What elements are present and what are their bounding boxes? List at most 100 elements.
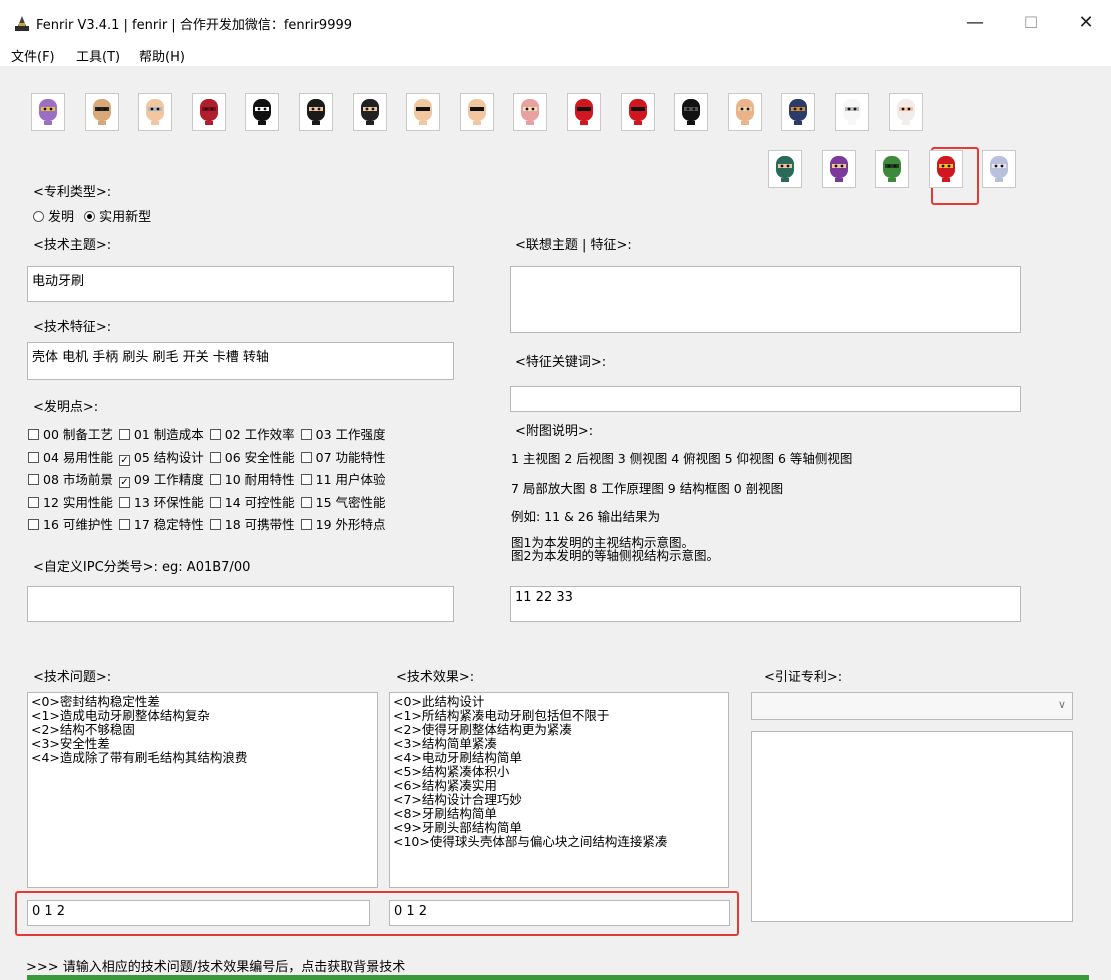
harley-mask-icon[interactable]	[888, 93, 923, 131]
invention-point-checkbox[interactable]: ✓ 05 结构设计	[118, 447, 204, 466]
invention-point-checkbox[interactable]: 01 制造成本	[118, 424, 204, 443]
minimize-button[interactable]: —	[952, 8, 998, 38]
superman-mask-icon[interactable]	[406, 93, 441, 131]
invention-point-checkbox[interactable]: 14 可控性能	[209, 492, 295, 511]
thor-mask-icon[interactable]	[138, 93, 173, 131]
radio-utility-indicator[interactable]	[84, 211, 96, 222]
assoc-topic-input[interactable]	[510, 266, 1021, 333]
spiderman-mask-icon[interactable]	[620, 93, 655, 131]
list-item[interactable]: <6>结构紧凑实用	[393, 779, 725, 793]
menu-help[interactable]: 帮助(H)	[139, 46, 185, 65]
checkbox-indicator[interactable]	[118, 429, 130, 440]
deathstroke-mask-icon[interactable]	[781, 93, 816, 131]
hulk-mask-icon[interactable]	[875, 150, 910, 188]
thanos-mask-icon[interactable]	[31, 93, 65, 131]
tech-effect-list[interactable]: <0>此结构设计 <1>所结构紧凑电动牙刷包括但不限于 <2>使得牙刷整体结构更为紧…	[389, 692, 729, 888]
chevron-down-icon[interactable]: ∨	[1058, 698, 1066, 711]
maximize-button[interactable]: ☐	[1008, 8, 1054, 38]
list-item[interactable]: <1>所结构紧凑电动牙刷包括但不限于	[393, 709, 725, 723]
checkbox-indicator[interactable]	[28, 429, 39, 440]
invention-point-checkbox[interactable]: 18 可携带性	[209, 514, 295, 533]
batman-mask-icon[interactable]	[299, 93, 333, 131]
invention-point-checkbox[interactable]: 15 气密性能	[300, 492, 386, 511]
radio-invention-indicator[interactable]	[33, 211, 44, 222]
tech-problem-list[interactable]: <0>密封结构稳定性差 <1>造成电动牙刷整体结构复杂 <2>结构不够稳固 <3>安全…	[27, 692, 378, 888]
checkbox-indicator[interactable]	[209, 519, 221, 531]
invention-point-checkbox[interactable]: 07 功能特性	[300, 447, 386, 466]
ironman-faded-mask-icon[interactable]	[727, 93, 762, 131]
invention-point-checkbox[interactable]: ✓ 09 工作精度	[118, 469, 204, 489]
invention-point-checkbox[interactable]: 16 可维护性	[28, 514, 113, 533]
checkbox-indicator[interactable]	[209, 474, 221, 486]
menu-tools[interactable]: 工具(T)	[76, 46, 120, 65]
list-item[interactable]: <4>造成除了带有刷毛结构其结构浪费	[31, 751, 374, 765]
wonder-woman-mask-icon[interactable]	[352, 93, 387, 131]
checkbox-indicator[interactable]	[28, 474, 39, 486]
flash-mask-icon[interactable]	[513, 93, 548, 131]
invention-point-checkbox[interactable]: 00 制备工艺	[28, 424, 113, 443]
checkbox-indicator[interactable]	[300, 496, 312, 508]
ironman-mask-icon[interactable]	[928, 150, 963, 188]
menu-file[interactable]: 文件(F)	[11, 46, 55, 65]
checkbox-indicator[interactable]	[209, 429, 221, 440]
list-item[interactable]: <9>牙刷头部结构简单	[393, 821, 725, 835]
checkbox-indicator[interactable]	[118, 496, 130, 508]
checkbox-indicator[interactable]	[28, 519, 39, 531]
ghost-face-mask-icon[interactable]	[245, 93, 280, 131]
magneto-mask-icon[interactable]	[191, 93, 226, 131]
invention-point-checkbox[interactable]: 19 外形特点	[300, 514, 386, 533]
captain-america-mask-icon[interactable]	[982, 150, 1017, 188]
two-face-mask-icon[interactable]	[768, 150, 802, 188]
checkbox-indicator[interactable]	[300, 429, 312, 440]
robin-mask-icon[interactable]	[459, 93, 494, 131]
list-item[interactable]: <2>结构不够稳固	[31, 723, 374, 737]
invention-point-checkbox[interactable]: 08 市场前景	[28, 469, 113, 488]
radio-invention[interactable]: 发明	[33, 210, 74, 225]
tech-topic-input[interactable]: 电动牙刷	[27, 266, 454, 302]
cited-patent-dropdown[interactable]: ∨	[751, 692, 1073, 720]
figure-number-input[interactable]: 11 22 33	[510, 586, 1021, 622]
checkbox-indicator[interactable]	[28, 496, 39, 508]
deadpool-mask-icon[interactable]	[567, 93, 601, 131]
feature-keywords-input[interactable]	[510, 386, 1021, 412]
list-item[interactable]: <2>使得牙刷整体结构更为紧凑	[393, 723, 725, 737]
ipc-input[interactable]	[27, 586, 454, 622]
invention-point-checkbox[interactable]: 10 耐用特性	[209, 469, 295, 488]
anonymous-mask-icon[interactable]	[835, 93, 869, 131]
invention-point-checkbox[interactable]: 12 实用性能	[28, 492, 113, 511]
checkbox-indicator[interactable]: ✓	[118, 454, 130, 466]
checkbox-indicator[interactable]	[300, 451, 312, 463]
list-item[interactable]: <4>电动牙刷结构简单	[393, 751, 725, 765]
tech-features-input[interactable]: 壳体 电机 手柄 刷头 刷毛 开关 卡槽 转轴	[27, 342, 454, 380]
list-item[interactable]: <0>密封结构稳定性差	[31, 695, 374, 709]
checkbox-indicator[interactable]	[209, 496, 221, 508]
list-item[interactable]: <1>造成电动牙刷整体结构复杂	[31, 709, 374, 723]
checkbox-indicator[interactable]	[209, 451, 221, 463]
checkbox-indicator[interactable]: ✓	[118, 477, 130, 489]
list-item[interactable]: <3>结构简单紧凑	[393, 737, 725, 751]
invention-point-checkbox[interactable]: 06 安全性能	[209, 447, 295, 466]
radio-utility-model[interactable]: 实用新型	[84, 210, 151, 225]
invention-point-checkbox[interactable]: 17 稳定特性	[118, 514, 204, 533]
checkbox-indicator[interactable]	[28, 451, 39, 463]
list-item[interactable]: <0>此结构设计	[393, 695, 725, 709]
checkbox-indicator[interactable]	[300, 474, 312, 486]
checkbox-label: 14 可控性能	[224, 494, 295, 510]
checkbox-indicator[interactable]	[300, 519, 312, 531]
list-item[interactable]: <3>安全性差	[31, 737, 374, 751]
invention-point-checkbox[interactable]: 04 易用性能	[28, 447, 113, 466]
heisenberg-mask-icon[interactable]	[84, 93, 119, 131]
list-item[interactable]: <8>牙刷结构简单	[393, 807, 725, 821]
invention-point-checkbox[interactable]: 11 用户体验	[300, 469, 386, 488]
invention-point-checkbox[interactable]: 02 工作效率	[209, 424, 295, 443]
list-item[interactable]: <7>结构设计合理巧妙	[393, 793, 725, 807]
list-item[interactable]: <10>使得球头壳体部与偏心块之间结构连接紧凑	[393, 835, 725, 849]
checkbox-indicator[interactable]	[118, 519, 130, 531]
black-panther-mask-icon[interactable]	[674, 93, 709, 131]
invention-point-checkbox[interactable]: 03 工作强度	[300, 424, 386, 443]
cited-patent-list[interactable]	[751, 731, 1073, 922]
close-button[interactable]: ✕	[1063, 8, 1109, 38]
list-item[interactable]: <5>结构紧凑体积小	[393, 765, 725, 779]
invention-point-checkbox[interactable]: 13 环保性能	[118, 492, 204, 511]
hawkeye-mask-icon[interactable]	[821, 150, 856, 188]
